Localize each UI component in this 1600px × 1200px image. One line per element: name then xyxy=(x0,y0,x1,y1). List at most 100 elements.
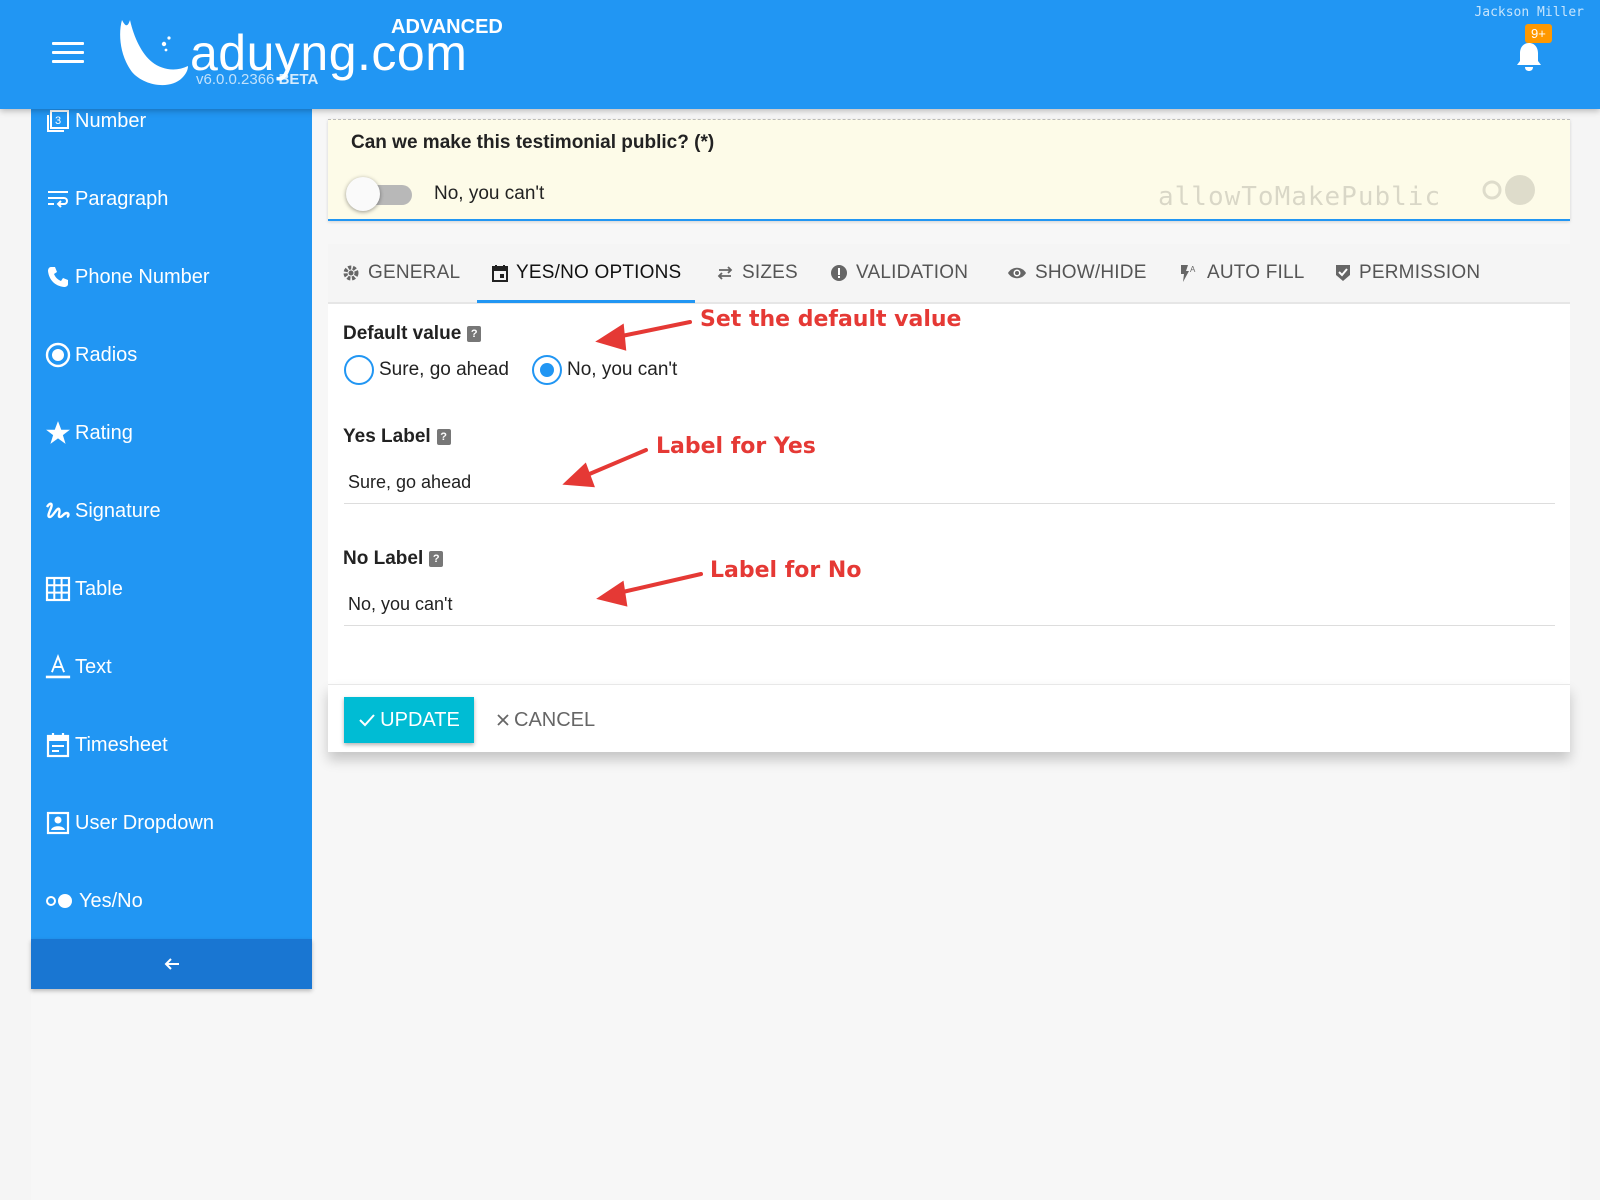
annotation-no-label: Label for No xyxy=(710,558,862,583)
yes-label-label: Yes Label ? xyxy=(343,426,451,448)
tab-label: GENERAL xyxy=(368,262,461,283)
arrow-left-icon xyxy=(164,958,179,970)
annotation-default-value: Set the default value xyxy=(700,307,962,332)
sidebar-item-table[interactable]: Table xyxy=(31,559,312,619)
signature-icon xyxy=(45,498,71,524)
radio-label: No, you can't xyxy=(567,359,678,380)
tab-label: SHOW/HIDE xyxy=(1035,262,1147,283)
tab-label: SIZES xyxy=(742,262,798,283)
tab-auto-fill[interactable]: A AUTO FILL xyxy=(1179,244,1305,302)
whale-logo-icon xyxy=(120,20,188,86)
sidebar-item-label: Phone Number xyxy=(75,265,210,288)
cancel-label: CANCEL xyxy=(514,708,596,731)
sidebar-item-text[interactable]: Text xyxy=(31,637,312,697)
sidebar-item-label: Timesheet xyxy=(75,733,168,756)
edition-label: ADVANCED xyxy=(391,16,503,38)
label-text: Yes Label xyxy=(343,426,431,447)
sidebar-item-label: Paragraph xyxy=(75,187,169,210)
radio-no-you-cant[interactable]: No, you can't xyxy=(532,355,677,385)
yes-label-input[interactable] xyxy=(344,462,1555,504)
auto-fill-icon: A xyxy=(1179,263,1199,283)
yes-no-watermark-icon xyxy=(1482,175,1535,205)
sidebar-item-label: Text xyxy=(75,655,112,678)
field-preview: Can we make this testimonial public? (*)… xyxy=(328,119,1570,221)
preview-question: Can we make this testimonial public? (*) xyxy=(351,132,715,153)
shield-check-icon xyxy=(1335,264,1351,282)
text-icon xyxy=(45,653,71,680)
form-footer: UPDATE CANCEL xyxy=(328,684,1570,752)
sidebar-item-phone-number[interactable]: Phone Number xyxy=(31,247,312,307)
svg-text:3: 3 xyxy=(55,115,61,127)
sidebar-item-radios[interactable]: Radios xyxy=(31,325,312,385)
sidebar-item-signature[interactable]: Signature xyxy=(31,481,312,541)
page-background xyxy=(31,989,1570,1200)
sidebar-item-yes-no[interactable]: Yes/No xyxy=(31,871,312,931)
no-label-input[interactable] xyxy=(344,584,1555,626)
calendar-icon xyxy=(45,732,71,758)
table-icon xyxy=(45,576,71,602)
check-icon xyxy=(359,714,375,727)
yes-no-icon xyxy=(45,888,75,914)
settings-tabs: GENERAL YES/NO OPTIONS SIZES VALIDATION … xyxy=(328,244,1570,304)
menu-icon[interactable] xyxy=(52,42,84,66)
sidebar-item-user-dropdown[interactable]: User Dropdown xyxy=(31,793,312,853)
notification-badge: 9+ xyxy=(1525,24,1552,43)
user-icon xyxy=(45,810,71,836)
calendar-icon xyxy=(492,264,508,282)
sidebar-item-label: Signature xyxy=(75,499,161,522)
sidebar-item-label: Number xyxy=(75,109,147,132)
help-icon[interactable]: ? xyxy=(429,551,444,567)
swap-icon xyxy=(716,266,734,280)
tab-validation[interactable]: VALIDATION xyxy=(830,244,968,302)
sidebar: 3 Number Paragraph Phone Number Radios R… xyxy=(31,109,312,989)
alert-icon xyxy=(830,264,848,282)
tab-label: PERMISSION xyxy=(1359,262,1481,283)
close-icon xyxy=(497,714,509,726)
sidebar-item-label: Radios xyxy=(75,343,138,366)
label-text: No Label xyxy=(343,548,424,569)
preview-value: No, you can't xyxy=(434,183,545,204)
sidebar-item-label: Yes/No xyxy=(79,889,143,912)
radio-sure-go-ahead[interactable]: Sure, go ahead xyxy=(344,355,509,385)
username: Jackson Miller xyxy=(1474,5,1584,20)
sidebar-item-label: Rating xyxy=(75,421,133,444)
tab-general[interactable]: GENERAL xyxy=(342,244,460,302)
annotation-yes-label: Label for Yes xyxy=(656,434,816,459)
svg-text:A: A xyxy=(1190,265,1196,274)
top-app-bar: aduyng.com ADVANCED v6.0.0.2366 BETA Jac… xyxy=(0,0,1600,109)
radio-circle-icon xyxy=(344,355,374,385)
sidebar-item-label: Table xyxy=(75,577,123,600)
bell-icon[interactable] xyxy=(1514,40,1544,72)
eye-icon xyxy=(1007,266,1027,280)
number-icon: 3 xyxy=(45,108,71,134)
sidebar-item-rating[interactable]: Rating xyxy=(31,403,312,463)
star-icon xyxy=(45,420,71,446)
help-icon[interactable]: ? xyxy=(436,429,451,445)
sidebar-item-label: User Dropdown xyxy=(75,811,214,834)
tab-show-hide[interactable]: SHOW/HIDE xyxy=(1007,244,1147,302)
preview-toggle[interactable] xyxy=(346,177,416,211)
tab-permission[interactable]: PERMISSION xyxy=(1335,244,1480,302)
field-key-watermark: allowToMakePublic xyxy=(1158,182,1442,212)
radio-icon xyxy=(45,342,71,368)
tab-sizes[interactable]: SIZES xyxy=(716,244,798,302)
paragraph-icon xyxy=(45,186,71,212)
active-tab-indicator xyxy=(477,300,695,303)
version-label: v6.0.0.2366 BETA xyxy=(196,71,319,88)
default-value-label: Default value ? xyxy=(343,323,482,345)
gear-icon xyxy=(342,264,360,282)
update-button[interactable]: UPDATE xyxy=(344,697,474,743)
label-text: Default value xyxy=(343,323,462,344)
no-label-label: No Label ? xyxy=(343,548,444,570)
tab-yes-no-options[interactable]: YES/NO OPTIONS xyxy=(492,244,681,302)
sidebar-collapse-button[interactable] xyxy=(31,939,312,989)
tab-label: VALIDATION xyxy=(856,262,969,283)
sidebar-item-timesheet[interactable]: Timesheet xyxy=(31,715,312,775)
radio-label: Sure, go ahead xyxy=(379,359,509,380)
update-label: UPDATE xyxy=(380,708,460,731)
radio-checked-icon xyxy=(532,355,562,385)
tab-label: AUTO FILL xyxy=(1207,262,1305,283)
cancel-button[interactable]: CANCEL xyxy=(496,697,595,743)
sidebar-item-paragraph[interactable]: Paragraph xyxy=(31,169,312,229)
help-icon[interactable]: ? xyxy=(467,326,482,342)
